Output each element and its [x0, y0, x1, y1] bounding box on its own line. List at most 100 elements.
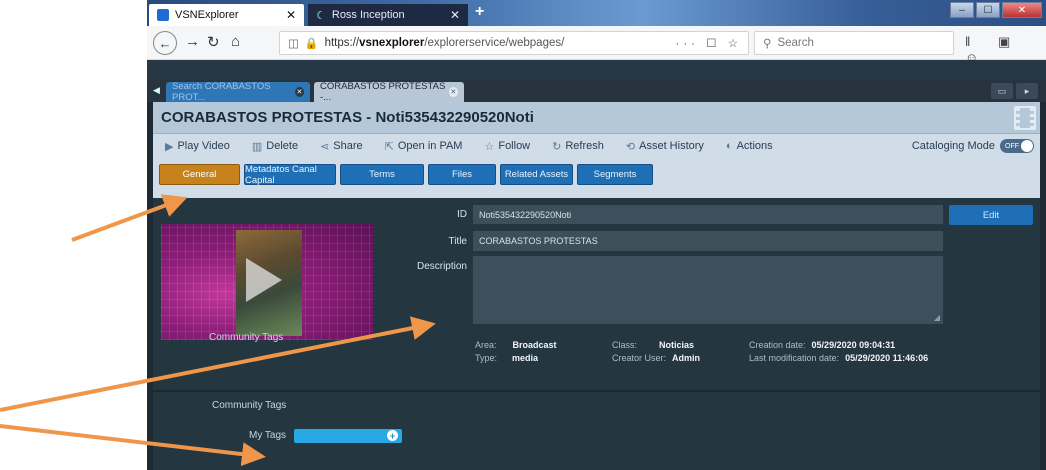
- general-panel: ID Noti535432290520Noti Title CORABASTOS…: [153, 190, 1040, 470]
- toggle-knob: [1021, 140, 1033, 152]
- close-tab-icon[interactable]: ✕: [286, 8, 296, 22]
- navigation-bar: ← → ↻ ⌂ ◫ 🔒 https://vsnexplorer/explorer…: [147, 26, 1046, 65]
- id-label: ID: [457, 209, 467, 220]
- maximize-button[interactable]: ☐: [976, 2, 1000, 18]
- app-header-strip: [147, 60, 1046, 80]
- history-icon: ⟲: [625, 140, 636, 153]
- close-tab-icon[interactable]: ✕: [294, 87, 304, 97]
- forward-arrow-icon[interactable]: →: [185, 33, 200, 50]
- search-icon: ⚲: [763, 38, 772, 50]
- video-thumbnail[interactable]: [161, 224, 373, 340]
- share-button[interactable]: ⋖ Share: [320, 140, 363, 153]
- area-meta: Area: Broadcast: [475, 340, 557, 350]
- type-meta: Type: media: [475, 353, 538, 363]
- play-video-button[interactable]: ▶ Play Video: [165, 140, 230, 153]
- url-bar[interactable]: ◫ 🔒 https://vsnexplorer/explorerservice/…: [279, 31, 749, 55]
- class-value: Noticias: [659, 340, 695, 350]
- browser-tab-vsnexplorer[interactable]: VSNExplorer ✕: [149, 4, 304, 26]
- close-tab-icon[interactable]: ✕: [450, 8, 460, 22]
- tab-related-assets[interactable]: Related Assets: [500, 164, 573, 185]
- actions-label: Actions: [736, 140, 773, 152]
- modified-date-meta: Last modification date: 05/29/2020 11:46:…: [749, 353, 928, 363]
- app-tab-bar: ◀ Search CORABASTOS PROT... ✕ CORABASTOS…: [147, 80, 1046, 103]
- description-textarea[interactable]: ◢: [473, 256, 943, 324]
- title-label: Title: [448, 236, 467, 247]
- play-video-label: Play Video: [177, 140, 230, 152]
- asset-title-bar: CORABASTOS PROTESTAS - Noti535432290520N…: [153, 102, 1040, 134]
- my-tags-input[interactable]: +: [294, 429, 402, 443]
- edit-button[interactable]: Edit: [949, 205, 1033, 225]
- chevron-right-icon[interactable]: ▸: [1016, 83, 1038, 99]
- tab-terms[interactable]: Terms: [340, 164, 424, 185]
- external-link-icon: ⇱: [384, 140, 394, 153]
- actions-button[interactable]: ◐ Actions: [726, 140, 773, 152]
- tabs-left-arrow-icon[interactable]: ◀: [153, 85, 160, 96]
- delete-label: Delete: [266, 140, 299, 152]
- browser-tab-strip: VSNExplorer ✕ ☾ Ross Inception ✕ + – ☐ ✕: [147, 0, 1046, 26]
- actions-icon: ◐: [725, 140, 733, 152]
- refresh-label: Refresh: [565, 140, 604, 152]
- browser-tab-label: VSNExplorer: [175, 9, 239, 21]
- creation-date-label: Creation date:: [749, 340, 806, 350]
- screenshot: VSNExplorer ✕ ☾ Ross Inception ✕ + – ☐ ✕…: [0, 0, 1046, 470]
- cataloging-mode-toggle[interactable]: OFF: [1000, 139, 1034, 153]
- close-tab-icon[interactable]: ✕: [448, 87, 458, 97]
- description-label: Description: [416, 261, 467, 272]
- shield-icon: ◫: [288, 38, 299, 50]
- tab-files[interactable]: Files: [428, 164, 496, 185]
- panel-top-edge: [153, 190, 1040, 198]
- url-host: vsnexplorer: [359, 37, 425, 49]
- resize-grip-icon[interactable]: ◢: [934, 313, 940, 322]
- cataloging-mode-label: Cataloging Mode: [911, 140, 995, 152]
- toggle-state: OFF: [1005, 142, 1019, 150]
- url-prefix: https://: [324, 37, 360, 49]
- url-actions-icon[interactable]: ··· ☐ ☆: [676, 36, 743, 50]
- ross-favicon-icon: ☾: [316, 9, 326, 22]
- refresh-icon: ↻: [552, 140, 562, 153]
- home-icon[interactable]: ⌂: [231, 33, 240, 50]
- creation-date-meta: Creation date: 05/29/2020 09:04:31: [749, 340, 895, 350]
- asset-history-button[interactable]: ⟲ Asset History: [626, 140, 704, 153]
- refresh-button[interactable]: ↻ Refresh: [552, 140, 604, 153]
- app-tab-label: Search CORABASTOS PROT...: [172, 81, 271, 103]
- modified-date-label: Last modification date:: [749, 353, 840, 363]
- browser-tab-ross-inception[interactable]: ☾ Ross Inception ✕: [308, 4, 468, 26]
- panel-divider: [153, 390, 1040, 392]
- search-placeholder: Search: [777, 37, 814, 49]
- share-icon: ⋖: [320, 140, 330, 153]
- creator-value: Admin: [672, 353, 701, 363]
- area-label: Area:: [475, 340, 497, 350]
- creation-date-value: 05/29/2020 09:04:31: [811, 340, 896, 350]
- trash-icon: ▥: [251, 140, 263, 153]
- play-icon: ▶: [165, 140, 174, 153]
- asset-subtabs: General Metadatos Canal Capital Terms Fi…: [153, 158, 1040, 190]
- url-path: /explorerservice/webpages/: [424, 37, 565, 49]
- screen-icon[interactable]: ▭: [991, 83, 1013, 99]
- search-input[interactable]: ⚲ Search: [754, 31, 954, 55]
- asset-toolbar: ▶ Play Video ▥ Delete ⋖ Share ⇱ Open in PAM …: [153, 134, 1040, 158]
- app-tab-asset[interactable]: CORABASTOS PROTESTAS -... ✕: [314, 81, 464, 103]
- delete-button[interactable]: ▥ Delete: [252, 140, 298, 153]
- new-tab-button[interactable]: +: [475, 3, 484, 21]
- follow-button[interactable]: ☆ Follow: [484, 140, 530, 153]
- tab-segments[interactable]: Segments: [577, 164, 653, 185]
- community-tags-label: Community Tags: [209, 332, 284, 343]
- minimize-button[interactable]: –: [950, 2, 974, 18]
- add-tag-icon[interactable]: +: [387, 430, 398, 441]
- creator-label: Creator User:: [612, 353, 667, 363]
- area-value: Broadcast: [512, 340, 557, 350]
- class-label: Class:: [612, 340, 638, 350]
- star-icon: ☆: [484, 140, 495, 153]
- reload-icon[interactable]: ↻: [207, 33, 220, 51]
- open-in-pam-button[interactable]: ⇱ Open in PAM: [385, 140, 463, 153]
- app-tab-search[interactable]: Search CORABASTOS PROT... ✕: [166, 81, 310, 103]
- back-arrow-icon[interactable]: ←: [153, 31, 177, 55]
- id-field[interactable]: Noti535432290520Noti: [473, 205, 943, 224]
- title-field[interactable]: CORABASTOS PROTESTAS: [473, 231, 943, 251]
- asset-history-label: Asset History: [639, 140, 704, 152]
- play-icon[interactable]: [246, 258, 282, 302]
- window-controls: – ☐ ✕: [950, 2, 1042, 18]
- close-window-button[interactable]: ✕: [1002, 2, 1042, 18]
- tab-metadatos-canal-capital[interactable]: Metadatos Canal Capital: [244, 164, 336, 186]
- tab-general[interactable]: General: [159, 164, 240, 185]
